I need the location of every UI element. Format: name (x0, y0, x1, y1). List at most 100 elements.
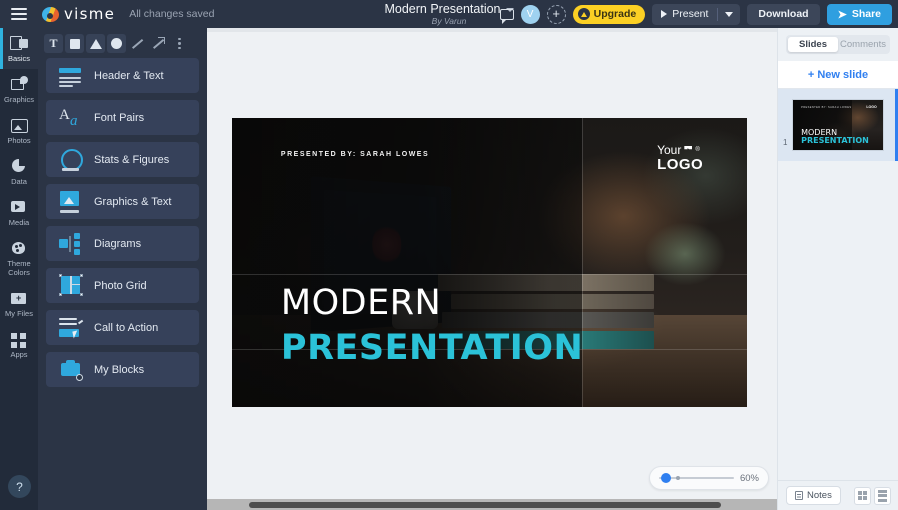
photo-grid-icon (59, 273, 83, 297)
notes-label: Notes (807, 490, 832, 501)
block-item-call-to-action[interactable]: Call to Action (46, 310, 199, 345)
slides-panel-footer: Notes (778, 480, 898, 510)
zoom-default-tick (676, 476, 680, 480)
notes-button[interactable]: Notes (786, 486, 841, 505)
slide-thumbnail[interactable]: PRESENTED BY: SARAH LOWES LOGO MODERN PR… (792, 99, 884, 151)
block-item-photo-grid[interactable]: Photo Grid (46, 268, 199, 303)
square-tool[interactable] (65, 34, 84, 53)
page-title[interactable]: Modern Presentation (384, 2, 500, 16)
thumbnail-title2: PRESENTATION (801, 136, 869, 145)
present-button[interactable]: Present (652, 4, 717, 25)
block-label: Call to Action (94, 321, 159, 334)
horizontal-scrollbar-thumb[interactable] (249, 501, 721, 508)
block-item-diagrams[interactable]: Diagrams (46, 226, 199, 261)
line-tool[interactable] (128, 34, 147, 53)
slide-logo[interactable]: Your ® LOGO (657, 144, 703, 172)
block-item-font-pairs[interactable]: Aa Font Pairs (46, 100, 199, 135)
rail-item-my-files[interactable]: My Files (0, 283, 38, 324)
rail-item-apps[interactable]: Apps (0, 324, 38, 365)
plant (644, 222, 727, 286)
rail-item-theme-colors[interactable]: Theme Colors (0, 233, 38, 283)
slide-title-line2[interactable]: PRESENTATION (281, 328, 583, 368)
block-item-my-blocks[interactable]: My Blocks (46, 352, 199, 387)
download-button[interactable]: Download (747, 3, 820, 25)
rail-item-graphics[interactable]: Graphics (0, 69, 38, 110)
help-button[interactable]: ? (8, 475, 31, 498)
logo-line1: Your (657, 143, 682, 157)
hamburger-line (11, 8, 27, 10)
share-arrow-icon: ➤ (837, 8, 847, 21)
visme-logo[interactable]: visme (42, 5, 115, 23)
my-files-icon (10, 290, 28, 306)
horizontal-scrollbar[interactable] (207, 499, 777, 510)
present-group: Present (652, 3, 741, 25)
zoom-control[interactable]: 60% (649, 466, 769, 490)
circle-icon (111, 38, 122, 49)
thumbnail-logo: LOGO (866, 104, 877, 109)
hamburger-menu-icon[interactable] (0, 0, 38, 28)
rail-label: Apps (10, 350, 28, 359)
rail-label: Photos (7, 136, 31, 145)
rail-item-basics[interactable]: Basics (0, 28, 38, 69)
zoom-slider[interactable] (659, 473, 734, 483)
call-to-action-icon (59, 317, 84, 339)
tab-comments[interactable]: Comments (838, 37, 888, 52)
diagrams-icon (59, 232, 83, 255)
media-icon (10, 199, 28, 215)
arrow-icon (152, 37, 165, 50)
stats-figures-icon (59, 148, 83, 171)
slide-thumbnail-item[interactable]: 1 PRESENTED BY: SARAH LOWES LOGO MODERN … (778, 89, 898, 161)
view-mode-group (854, 486, 891, 505)
share-label: Share (851, 8, 881, 20)
upgrade-badge-icon (577, 8, 590, 20)
present-dropdown-button[interactable] (718, 4, 740, 25)
left-rail: Basics Graphics Photos Data Media Theme C… (0, 28, 38, 510)
visme-mark-icon (42, 6, 59, 22)
text-tool[interactable]: T (44, 34, 63, 53)
logo-registered: ® (695, 147, 700, 153)
logo-line2: LOGO (657, 156, 704, 173)
rail-item-data[interactable]: Data (0, 151, 38, 192)
block-item-graphics-text[interactable]: Graphics & Text (46, 184, 199, 219)
avatar[interactable]: V (520, 4, 540, 24)
font-pairs-icon: Aa (59, 106, 78, 129)
block-item-header-text[interactable]: Header & Text (46, 58, 199, 93)
list-view-button[interactable] (874, 486, 891, 505)
header-text-icon (59, 65, 83, 87)
upgrade-button[interactable]: Upgrade (572, 4, 646, 24)
zoom-level-label: 60% (739, 472, 759, 484)
brand-name: visme (64, 5, 116, 23)
rail-label: My Files (5, 309, 33, 318)
block-label: Stats & Figures (94, 153, 170, 166)
download-label: Download (758, 8, 809, 20)
share-button[interactable]: ➤ Share (826, 3, 892, 25)
more-tools-button[interactable] (170, 34, 189, 53)
slide-number: 1 (783, 138, 788, 147)
slides-panel: Slides Comments + New slide 1 PRESENTED … (777, 28, 898, 510)
rail-label: Graphics (3, 95, 34, 104)
rail-label: Basics (7, 54, 31, 63)
tab-slides[interactable]: Slides (788, 37, 838, 52)
slide-presented-by[interactable]: PRESENTED BY: SARAH LOWES (281, 151, 429, 158)
data-icon (10, 158, 28, 174)
slide-title-line1[interactable]: MODERN (281, 283, 441, 323)
slide-canvas[interactable]: PRESENTED BY: SARAH LOWES Your ® LOGO MO… (232, 118, 747, 407)
zoom-slider-handle[interactable] (661, 473, 671, 483)
circle-tool[interactable] (107, 34, 126, 53)
rail-item-photos[interactable]: Photos (0, 110, 38, 151)
arrow-tool[interactable] (149, 34, 168, 53)
comment-icon[interactable] (499, 8, 514, 24)
blocks-panel: T Header & Text Aa Font Pairs Stats & Fi… (38, 28, 207, 510)
play-icon (661, 10, 668, 18)
add-person-icon[interactable]: + (546, 4, 566, 24)
grid-view-button[interactable] (854, 486, 871, 505)
rail-item-media[interactable]: Media (0, 192, 38, 233)
new-slide-button[interactable]: + New slide (778, 61, 898, 89)
block-item-stats-figures[interactable]: Stats & Figures (46, 142, 199, 177)
canvas-area[interactable]: PRESENTED BY: SARAH LOWES Your ® LOGO MO… (207, 28, 777, 510)
hamburger-line (11, 13, 27, 15)
triangle-tool[interactable] (86, 34, 105, 53)
rail-label: Theme Colors (7, 259, 31, 277)
visme-editor: visme All changes saved Modern Presentat… (0, 0, 898, 510)
apps-icon (10, 331, 28, 348)
